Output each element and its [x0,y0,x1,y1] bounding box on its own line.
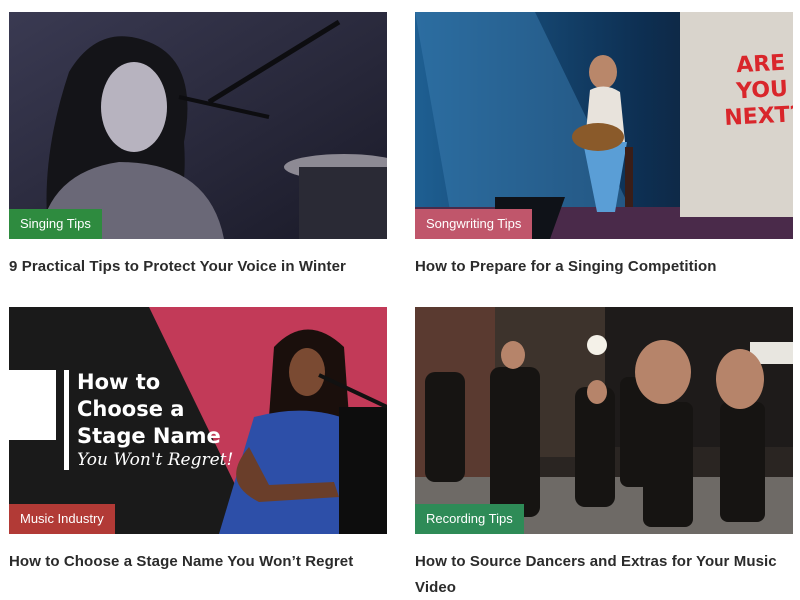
article-title[interactable]: How to Choose a Stage Name You Won’t Reg… [9,549,387,575]
thumbnail-image [9,12,387,239]
poster-text: ARE YOU NEXT? [723,50,793,131]
graphic-block [9,370,56,440]
article-thumbnail[interactable]: ARE YOU NEXT? Songwriting Tips [415,12,793,239]
thumbnail-heading: How to Choose a Stage Name [77,370,221,448]
category-badge[interactable]: Music Industry [9,504,115,534]
article-title-link[interactable]: How to Prepare for a Singing Competition [415,258,717,275]
category-badge[interactable]: Recording Tips [415,504,524,534]
article-title[interactable]: 9 Practical Tips to Protect Your Voice i… [9,254,387,280]
thumbnail-subheading: You Won't Regret! [77,450,234,470]
category-badge[interactable]: Songwriting Tips [415,209,533,239]
article-title-link[interactable]: 9 Practical Tips to Protect Your Voice i… [9,258,346,275]
article-title-link[interactable]: How to Choose a Stage Name You Won’t Reg… [9,553,353,570]
article-thumbnail[interactable]: Recording Tips [415,307,793,534]
article-thumbnail[interactable]: Singing Tips [9,12,387,239]
article-thumbnail[interactable]: How to Choose a Stage Name You Won't Reg… [9,307,387,534]
category-badge[interactable]: Singing Tips [9,209,102,239]
article-card: Recording Tips How to Source Dancers and… [415,307,793,600]
article-title[interactable]: How to Prepare for a Singing Competition [415,254,793,280]
article-card: ARE YOU NEXT? Songwriting Tips How to Pr… [415,12,793,280]
graphic-bar [64,370,69,470]
article-card: Singing Tips 9 Practical Tips to Protect… [9,12,387,280]
article-title[interactable]: How to Source Dancers and Extras for You… [415,549,793,600]
article-title-link[interactable]: How to Source Dancers and Extras for You… [415,553,777,596]
article-card: How to Choose a Stage Name You Won't Reg… [9,307,387,575]
thumbnail-image [415,307,793,534]
